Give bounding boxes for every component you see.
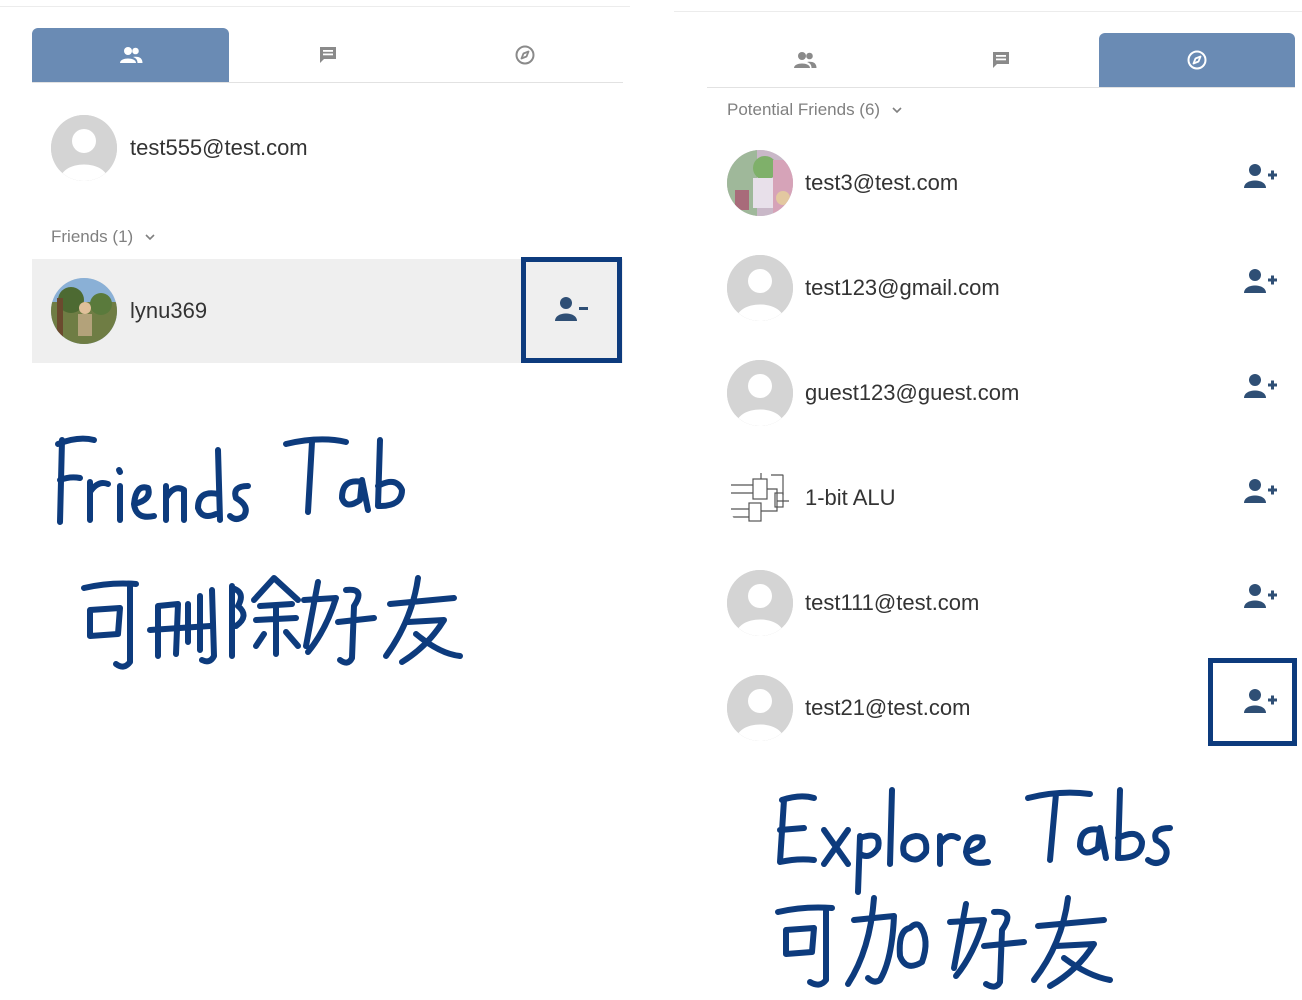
current-user-name: test555@test.com bbox=[130, 135, 308, 160]
tab-bar bbox=[32, 28, 623, 83]
default-avatar bbox=[51, 115, 117, 181]
friends-tab-panel: test555@test.com Friends (1) lynu369 bbox=[0, 0, 640, 400]
default-avatar bbox=[727, 255, 793, 321]
potential-friend-item[interactable]: test111@test.com bbox=[727, 570, 1295, 636]
highlight-box bbox=[1208, 658, 1297, 746]
potential-friend-item[interactable]: test123@gmail.com bbox=[727, 255, 1295, 321]
chat-icon bbox=[991, 50, 1011, 70]
friends-icon bbox=[793, 51, 817, 69]
compass-icon bbox=[1186, 49, 1208, 71]
friends-tab-annotation bbox=[50, 420, 480, 685]
explore-tab-panel: Potential Friends (6) test3@test.com tes… bbox=[670, 0, 1302, 760]
friends-section-toggle[interactable]: Friends (1) bbox=[51, 227, 155, 247]
add-friend-icon bbox=[1244, 268, 1278, 299]
highlight-box bbox=[521, 257, 622, 363]
photo-avatar bbox=[51, 278, 117, 344]
tab-friends[interactable] bbox=[707, 33, 903, 87]
add-friend-button[interactable] bbox=[1227, 570, 1295, 626]
photo-avatar bbox=[727, 150, 793, 216]
top-divider bbox=[674, 11, 1302, 12]
tab-explore[interactable] bbox=[426, 28, 623, 82]
add-friend-icon bbox=[1244, 583, 1278, 614]
add-friend-icon bbox=[1244, 163, 1278, 194]
default-avatar bbox=[727, 360, 793, 426]
default-avatar bbox=[727, 570, 793, 636]
friends-section-label: Friends (1) bbox=[51, 227, 134, 246]
friends-icon bbox=[119, 46, 143, 64]
tab-explore[interactable] bbox=[1099, 33, 1295, 87]
friend-name: lynu369 bbox=[130, 298, 208, 323]
add-friend-button[interactable] bbox=[1227, 360, 1295, 416]
potential-friend-name: test21@test.com bbox=[805, 695, 971, 720]
potential-friends-section-toggle[interactable]: Potential Friends (6) bbox=[727, 100, 902, 120]
add-friend-icon bbox=[1244, 478, 1278, 509]
potential-friend-item[interactable]: guest123@guest.com bbox=[727, 360, 1295, 426]
current-user: test555@test.com bbox=[51, 115, 308, 181]
potential-friend-name: test123@gmail.com bbox=[805, 275, 1000, 300]
circuit-avatar bbox=[727, 465, 793, 531]
compass-icon bbox=[514, 44, 536, 66]
add-friend-button[interactable] bbox=[1227, 150, 1295, 206]
tab-bar bbox=[707, 33, 1295, 88]
add-friend-button[interactable] bbox=[1227, 465, 1295, 521]
potential-friend-name: 1-bit ALU bbox=[805, 485, 896, 510]
chevron-down-icon bbox=[892, 106, 902, 114]
chevron-down-icon bbox=[145, 233, 155, 241]
top-divider bbox=[0, 6, 630, 7]
potential-friend-name: test3@test.com bbox=[805, 170, 959, 195]
potential-friend-name: test111@test.com bbox=[805, 590, 980, 615]
tab-chat[interactable] bbox=[903, 33, 1099, 87]
add-friend-button[interactable] bbox=[1227, 255, 1295, 311]
potential-friend-name: guest123@guest.com bbox=[805, 380, 1020, 405]
default-avatar bbox=[727, 675, 793, 741]
explore-tab-annotation bbox=[770, 780, 1190, 1000]
potential-friend-item[interactable]: test3@test.com bbox=[727, 150, 1295, 216]
potential-friend-item[interactable]: 1-bit ALU bbox=[727, 465, 1295, 531]
potential-friends-section-label: Potential Friends (6) bbox=[727, 100, 881, 119]
add-friend-icon bbox=[1244, 373, 1278, 404]
chat-icon bbox=[318, 45, 338, 65]
tab-friends[interactable] bbox=[32, 28, 229, 82]
tab-chat[interactable] bbox=[229, 28, 426, 82]
